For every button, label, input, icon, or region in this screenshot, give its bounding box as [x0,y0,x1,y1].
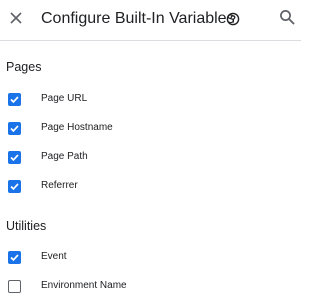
environment-name-checkbox[interactable] [8,280,21,293]
help-circle-icon [226,12,240,26]
variable-row-environment-name[interactable]: Environment Name [0,277,301,299]
section-heading-utilities: Utilities [6,219,47,233]
checkmark-icon [10,154,19,162]
variable-label: Referrer [41,180,78,191]
variable-row-referrer[interactable]: Referrer [0,177,301,199]
page-title: Configure Built-In Variables [41,10,235,27]
search-button[interactable] [279,9,295,25]
search-icon [280,10,295,25]
page-path-checkbox[interactable] [8,151,21,164]
variable-row-page-path[interactable]: Page Path [0,148,301,170]
referrer-checkbox[interactable] [8,180,21,193]
close-icon [10,12,22,24]
variable-label: Page Hostname [41,122,113,133]
checkmark-icon [10,96,19,104]
checkmark-icon [10,183,19,191]
checkmark-icon [10,254,19,262]
variable-label: Event [41,251,67,262]
page-url-checkbox[interactable] [8,93,21,106]
checkmark-icon [10,125,19,133]
event-checkbox[interactable] [8,251,21,264]
variable-row-event[interactable]: Event [0,248,301,270]
close-button[interactable] [6,8,26,28]
variable-label: Page URL [41,93,88,104]
section-heading-pages: Pages [6,60,42,74]
page-hostname-checkbox[interactable] [8,122,21,135]
variable-label: Page Path [41,151,88,162]
variable-row-page-hostname[interactable]: Page Hostname [0,119,301,141]
dialog-header: Configure Built-In Variables [0,0,301,41]
help-button[interactable] [226,12,240,26]
variable-row-page-url[interactable]: Page URL [0,90,301,112]
